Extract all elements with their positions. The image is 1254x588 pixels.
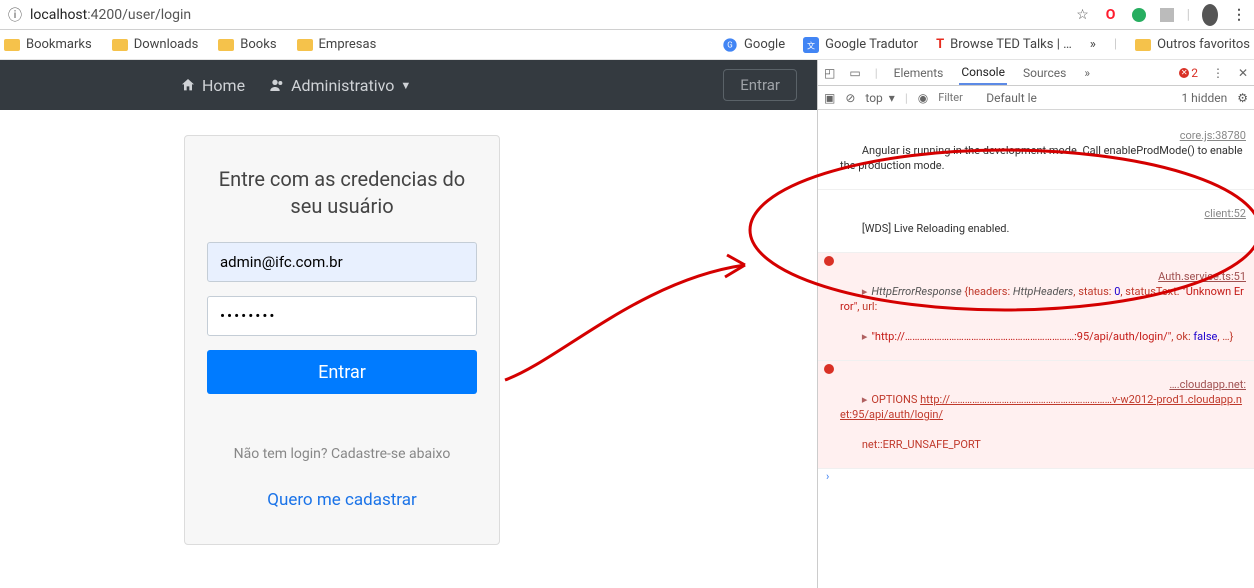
- hidden-count[interactable]: 1 hidden: [1181, 91, 1227, 105]
- extension-opera-icon[interactable]: O: [1103, 7, 1119, 23]
- level-selector[interactable]: Default le: [986, 91, 1037, 105]
- menu-icon[interactable]: ⋮: [1230, 7, 1246, 23]
- filter-input[interactable]: [938, 91, 976, 104]
- extension-green-icon[interactable]: [1131, 7, 1147, 23]
- gear-icon[interactable]: ⚙: [1237, 91, 1248, 105]
- error-count[interactable]: ✕2: [1179, 66, 1198, 80]
- devtools-close-icon[interactable]: ✕: [1238, 66, 1248, 80]
- inspect-icon[interactable]: ◰: [824, 66, 835, 80]
- info-icon[interactable]: ⓘ: [8, 5, 22, 25]
- tab-console[interactable]: Console: [959, 65, 1007, 85]
- address-bar: ⓘ localhost:4200/user/login ☆ O | ⋮: [0, 0, 1254, 30]
- google-icon: G: [722, 37, 738, 53]
- bookmark-folder[interactable]: Empresas: [297, 37, 377, 52]
- device-icon[interactable]: ▭: [849, 66, 860, 80]
- users-icon: [269, 77, 285, 93]
- password-field[interactable]: [207, 296, 477, 336]
- tabs-more-icon[interactable]: »: [1082, 66, 1092, 80]
- log-source-link[interactable]: ….cloudapp.net:: [1169, 377, 1246, 392]
- nav-login-button[interactable]: Entrar: [723, 69, 797, 101]
- bookmarks-more-icon[interactable]: »: [1090, 37, 1096, 52]
- url-field[interactable]: localhost:4200/user/login: [30, 7, 1067, 23]
- log-source-link[interactable]: core.js:38780: [1180, 128, 1246, 143]
- bookmark-translate[interactable]: 文 Google Tradutor: [803, 37, 918, 53]
- app-navbar: Home Administrativo ▼ Entrar: [0, 60, 817, 110]
- svg-text:G: G: [727, 40, 732, 49]
- error-row[interactable]: Auth.service.ts:51 HttpErrorResponse {he…: [818, 253, 1254, 361]
- home-icon: [180, 77, 196, 93]
- bookmark-star-icon[interactable]: ☆: [1075, 7, 1091, 23]
- devtools-menu-icon[interactable]: ⋮: [1212, 66, 1224, 80]
- bookmark-other[interactable]: Outros favoritos: [1135, 37, 1250, 52]
- submit-button[interactable]: Entrar: [207, 350, 477, 394]
- context-selector[interactable]: top ▾: [865, 91, 894, 105]
- app-viewport: Home Administrativo ▼ Entrar Entre com a…: [0, 60, 817, 588]
- devtools-tabs: ◰ ▭ | Elements Console Sources » ✕2 ⋮ ✕: [818, 60, 1254, 86]
- bookmarks-bar: Bookmarks Downloads Books Empresas G Goo…: [0, 30, 1254, 60]
- sidebar-toggle-icon[interactable]: ▣: [824, 91, 835, 105]
- error-row[interactable]: ….cloudapp.net: OPTIONS http://…………………………: [818, 361, 1254, 469]
- extension-shield-icon[interactable]: [1159, 7, 1175, 23]
- log-row[interactable]: client:52 [WDS] Live Reloading enabled.: [818, 190, 1254, 253]
- bookmark-folder[interactable]: Books: [218, 37, 276, 52]
- chevron-down-icon: ▾: [889, 91, 895, 105]
- profile-avatar[interactable]: [1202, 7, 1218, 23]
- live-icon[interactable]: ◉: [918, 91, 928, 105]
- svg-text:文: 文: [807, 40, 815, 50]
- log-source-link[interactable]: client:52: [1204, 206, 1246, 221]
- signup-link[interactable]: Quero me cadastrar: [207, 490, 477, 510]
- devtools-panel: ◰ ▭ | Elements Console Sources » ✕2 ⋮ ✕ …: [817, 60, 1254, 588]
- console-toolbar: ▣ ⊘ top ▾ | ◉ Default le 1 hidden ⚙: [818, 86, 1254, 110]
- login-title: Entre com as credencias do seu usuário: [207, 166, 477, 220]
- log-source-link[interactable]: Auth.service.ts:51: [1158, 269, 1246, 284]
- bookmark-folder[interactable]: Downloads: [112, 37, 199, 52]
- tab-sources[interactable]: Sources: [1021, 66, 1068, 80]
- signup-prompt: Não tem login? Cadastre-se abaixo: [207, 446, 477, 462]
- toolbar-right: ☆ O | ⋮: [1075, 7, 1246, 23]
- nav-admin[interactable]: Administrativo ▼: [269, 76, 411, 95]
- ted-icon: T: [936, 37, 944, 52]
- translate-icon: 文: [803, 37, 819, 53]
- email-field[interactable]: [207, 242, 477, 282]
- log-row[interactable]: core.js:38780 Angular is running in the …: [818, 112, 1254, 190]
- bookmark-ted[interactable]: TBrowse TED Talks | …: [936, 37, 1072, 52]
- console-output: core.js:38780 Angular is running in the …: [818, 110, 1254, 588]
- chevron-down-icon: ▼: [400, 79, 411, 92]
- login-card: Entre com as credencias do seu usuário E…: [184, 135, 500, 545]
- bookmark-google[interactable]: G Google: [722, 37, 785, 53]
- console-prompt[interactable]: ›: [818, 469, 1254, 484]
- tab-elements[interactable]: Elements: [892, 66, 946, 80]
- bookmark-folder[interactable]: Bookmarks: [4, 37, 92, 52]
- nav-home[interactable]: Home: [180, 76, 245, 95]
- clear-icon[interactable]: ⊘: [845, 91, 855, 105]
